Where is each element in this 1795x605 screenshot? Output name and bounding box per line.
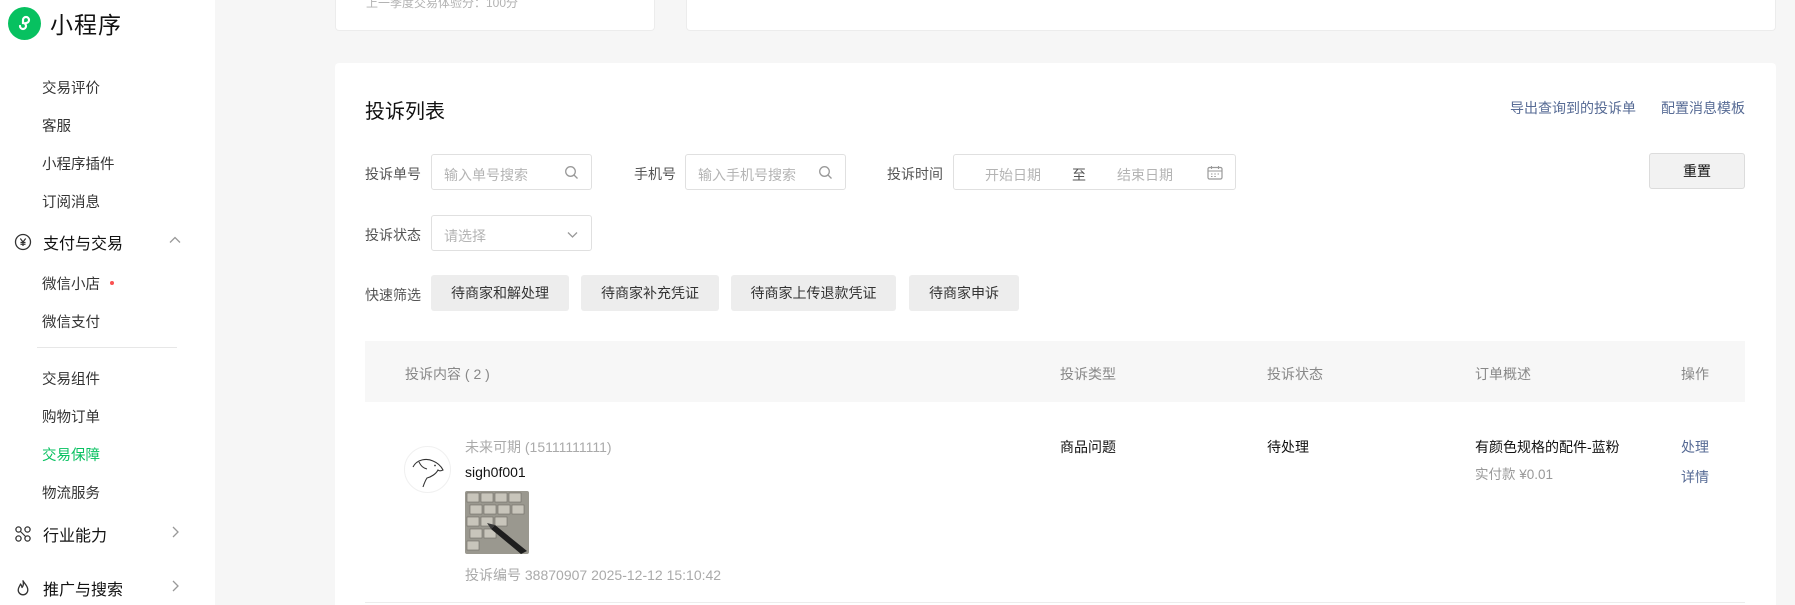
app-name: 小程序 [50,12,122,38]
sidebar-item-logistics[interactable]: 物流服务 [42,482,100,503]
quick-filter-label: 快速筛选 [365,287,421,303]
process-link[interactable]: 处理 [1681,437,1709,457]
detail-link[interactable]: 详情 [1681,467,1709,487]
experience-score-text: 上一季度交易体验分：100分 [366,0,519,10]
quick-filter-chip[interactable]: 待商家补充凭证 [581,275,719,311]
complaint-content: sigh0f001 [465,464,526,480]
quick-filter-chip[interactable]: 待商家和解处理 [431,275,569,311]
date-range-picker[interactable]: 开始日期 至 结束日期 [953,154,1236,190]
reset-button[interactable]: 重置 [1649,153,1745,189]
page-title: 投诉列表 [365,101,445,123]
complaint-status: 待处理 [1267,439,1309,455]
complaint-time-label: 投诉时间 [887,166,943,182]
phone-search-input[interactable]: 输入手机号搜索 [685,154,846,190]
phone-label: 手机号 [634,166,676,182]
search-icon [564,165,579,185]
sidebar-item-subscribe-messages[interactable]: 订阅消息 [42,191,100,212]
evidence-image-thumbnail[interactable] [465,491,529,554]
nodes-icon [14,525,32,543]
chevron-right-icon [168,579,182,598]
row-divider [365,602,1745,603]
table-header: 投诉内容 ( 2 ) 投诉类型 投诉状态 订单概述 操作 [365,341,1745,402]
flame-icon [14,579,32,597]
sidebar-group-label: 支付与交易 [43,236,124,253]
complainant-name: 未来可期 (15111111111) [465,439,612,455]
column-header-order: 订单概述 [1475,366,1531,382]
column-header-action: 操作 [1681,366,1709,382]
search-icon [818,165,833,185]
sidebar-item-trade-review[interactable]: 交易评价 [42,77,100,98]
calendar-icon [1207,165,1223,185]
sidebar-item-shopping-orders[interactable]: 购物订单 [42,406,100,427]
sidebar-group-label: 推广与搜索 [43,582,124,599]
complaint-status-label: 投诉状态 [365,227,421,243]
order-title: 有颜色规格的配件-蓝粉 [1475,439,1620,455]
sidebar-group-industry[interactable]: 行业能力 [14,522,182,546]
sidebar-item-customer-service[interactable]: 客服 [42,115,71,136]
chevron-down-icon [566,228,579,246]
column-header-status: 投诉状态 [1267,366,1323,382]
summary-card [686,0,1776,31]
configure-message-template-link[interactable]: 配置消息模板 [1661,98,1745,118]
sidebar-divider [37,347,177,348]
order-no-search-input[interactable]: 输入单号搜索 [431,154,592,190]
column-header-content: 投诉内容 ( 2 ) [405,366,490,382]
brand[interactable]: 小程序 [8,6,122,40]
order-no-label: 投诉单号 [365,166,421,182]
user-avatar [404,446,451,493]
notification-dot [110,281,114,286]
sidebar-group-label: 行业能力 [43,528,108,545]
start-date-input[interactable]: 开始日期 [985,165,1041,185]
chevron-up-icon [168,233,182,252]
sidebar-item-weixin-pay[interactable]: 微信支付 [42,311,100,332]
sidebar: 小程序 交易评价 客服 小程序插件 订阅消息 支付与交易 微信小店 微信支付 交… [0,0,215,605]
sidebar-item-label: 微信小店 [42,277,100,293]
complaint-status-select[interactable]: 请选择 [431,215,592,251]
end-date-input[interactable]: 结束日期 [1117,165,1173,185]
column-header-type: 投诉类型 [1060,366,1116,382]
quick-filter-chip[interactable]: 待商家申诉 [909,275,1019,311]
input-placeholder: 输入单号搜索 [444,167,528,183]
select-placeholder: 请选择 [444,228,486,244]
sidebar-item-trade-component[interactable]: 交易组件 [42,368,100,389]
sidebar-group-promotion[interactable]: 推广与搜索 [14,576,182,600]
input-placeholder: 输入手机号搜索 [698,167,796,183]
experience-score-card: 上一季度交易体验分：100分 [335,0,655,31]
complaint-meta: 投诉编号 38870907 2025-12-12 15:10:42 [465,567,722,583]
order-paid-amount: 实付款 ¥0.01 [1475,467,1554,482]
miniprogram-logo-icon [8,6,41,40]
complaint-type: 商品问题 [1060,439,1116,455]
chevron-right-icon [168,525,182,544]
export-complaints-link[interactable]: 导出查询到的投诉单 [1510,98,1636,118]
sidebar-group-payment[interactable]: 支付与交易 [14,230,182,254]
sidebar-item-trade-protection[interactable]: 交易保障 [42,444,100,465]
sidebar-item-weixin-shop[interactable]: 微信小店 [42,273,114,294]
date-separator: 至 [1072,167,1086,183]
quick-filter-chip[interactable]: 待商家上传退款凭证 [731,275,896,311]
complaint-list-card: 投诉列表 导出查询到的投诉单 配置消息模板 投诉单号 输入单号搜索 手机号 输入… [335,63,1776,605]
yen-circle-icon [14,233,32,251]
sidebar-item-plugins[interactable]: 小程序插件 [42,153,115,174]
